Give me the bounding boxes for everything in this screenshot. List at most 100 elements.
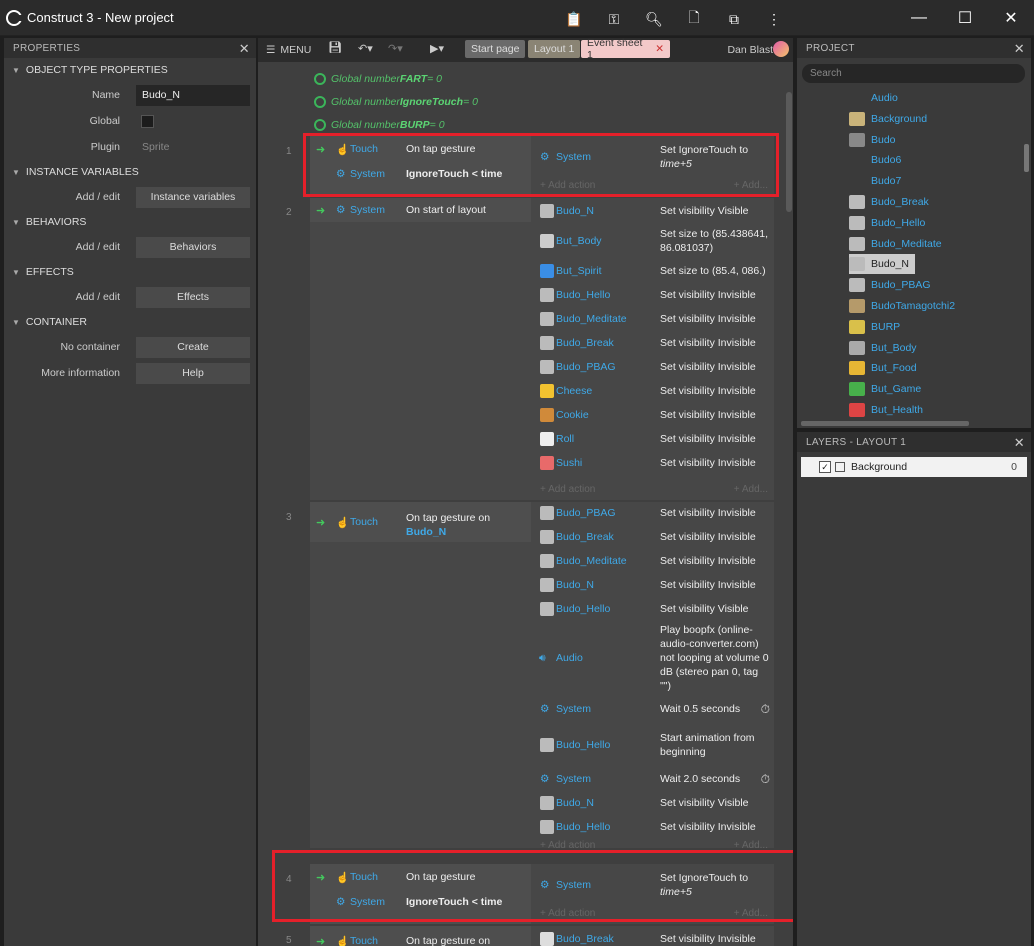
minimize-button[interactable]: — [896,0,942,36]
action-row[interactable]: Cheese Set visibility Invisible [532,380,774,402]
create-button[interactable]: Create [136,336,250,358]
action-row[interactable]: ⚙ System Wait 0.5 seconds ⏱ [532,698,774,720]
project-item[interactable]: Budo6 [849,150,901,170]
action-row[interactable]: Budo_Break Set visibility Invisible [532,526,774,548]
action-row[interactable]: But_Body Set size to (85.438641, 86.08103… [532,224,774,258]
action-row[interactable]: Budo_Hello Start animation from beginning [532,730,774,760]
action-row[interactable]: Budo_Hello Set visibility Visible [532,598,774,620]
event-5[interactable]: ➜ ☝ Touch On tap gesture on Budo_Break Set v… [310,926,774,946]
clipboard-icon[interactable]: 📋 [554,9,594,29]
action-row[interactable]: Budo_Hello Set visibility Invisible [532,816,774,838]
file-icon[interactable]: 🗋 [674,9,714,29]
project-item[interactable]: But_Game [849,379,921,399]
project-item[interactable]: But_Body [849,338,917,358]
action-row[interactable]: Budo_PBAG Set visibility Invisible [532,502,774,524]
key-icon[interactable]: ⚿ [594,9,634,29]
project-item[interactable]: But_Food [849,358,917,378]
event-sheet-body: Global number FART = 0 Global number Ign… [258,62,793,946]
project-item[interactable]: BURP [849,317,900,337]
action-row[interactable]: Budo_N Set visibility Invisible [532,574,774,596]
project-item[interactable]: Budo_PBAG [849,275,931,295]
project-item[interactable]: Budo_Hello [849,213,925,233]
maximize-button[interactable]: ☐ [942,0,988,36]
action-row[interactable]: Budo_N Set visibility Visible [532,792,774,814]
lock-icon[interactable] [835,462,845,472]
tab-event-sheet-1[interactable]: Event sheet 1 ✕ [581,37,670,61]
visible-checkbox[interactable]: ✓ [819,461,831,473]
action-row[interactable]: Budo_Hello Set visibility Invisible [532,284,774,306]
sprite-icon [849,215,865,230]
action-row[interactable]: Budo_Meditate Set visibility Invisible [532,550,774,572]
project-item[interactable]: Budo_Break [849,192,929,212]
section-container[interactable]: ▼ CONTAINER [4,310,256,334]
action-row[interactable]: Budo_Break Set visibility Invisible [532,928,774,946]
behaviors-button[interactable]: Behaviors [136,236,250,258]
add-action-link[interactable]: + Add action [540,484,595,495]
menu-button[interactable]: ☰ MENU [266,44,311,56]
action-row[interactable]: Budo_N Set visibility Visible [532,200,774,222]
action-row[interactable]: ⚙ System Wait 2.0 seconds ⏱ [532,768,774,790]
play-icon[interactable]: ▶▾ [430,42,444,55]
gvar-name: BURP [399,119,430,131]
plugin-value: Sprite [142,141,170,153]
condition-system[interactable]: ➜ ⚙ System On start of layout [310,199,531,221]
search-input[interactable]: Search [802,64,1025,83]
scrollbar[interactable] [786,92,792,212]
action-row[interactable]: But_Spirit Set size to (85.4, 086.) [532,260,774,282]
close-window-button[interactable]: ✕ [988,0,1034,36]
project-item[interactable]: Audio [849,88,898,108]
save-icon[interactable]: 💾︎ [328,41,342,54]
global-var-ignoretouch[interactable]: Global number IgnoreTouch = 0 [314,93,478,111]
condition-touch[interactable]: ➜ ☝ Touch On tap gesture on [310,930,531,946]
layer-row[interactable]: ✓ Background 0 [801,457,1027,477]
global-checkbox[interactable] [141,114,154,128]
h-scrollbar[interactable] [801,421,969,426]
tab-layout-1[interactable]: Layout 1 [528,40,581,58]
project-item[interactable]: But_Health [849,400,923,420]
sprite-icon [849,361,865,376]
scrollbar[interactable] [1024,144,1029,172]
action-row[interactable]: Roll Set visibility Invisible [532,428,774,450]
global-var-burp[interactable]: Global number BURP = 0 [314,116,445,134]
action-row[interactable]: Budo_PBAG Set visibility Invisible [532,356,774,378]
redo-icon[interactable]: ↷▾ [388,42,403,55]
effects-button[interactable]: Effects [136,286,250,308]
name-field[interactable]: Budo_N [136,84,250,106]
project-item[interactable]: Budo_N [849,254,915,275]
event-2[interactable]: ➜ ⚙ System On start of layout Budo_N Set vis… [310,198,774,500]
instance-variables-button[interactable]: Instance variables [136,186,250,208]
more-icon[interactable]: ⋮ [754,9,794,29]
action-row[interactable]: Budo_Meditate Set visibility Invisible [532,308,774,330]
event-3[interactable]: ➜ ☝ Touch On tap gesture on Budo_N Budo_PBA… [310,502,774,851]
close-icon[interactable]: ✕ [655,43,664,55]
avatar[interactable] [773,41,789,57]
section-instance-variables[interactable]: ▼ INSTANCE VARIABLES [4,160,256,184]
tab-start-page[interactable]: Start page [465,40,526,58]
project-item[interactable]: Budo [849,130,896,150]
add-more-link[interactable]: + Add... [734,484,768,495]
condition-object: Touch [350,935,379,946]
close-icon[interactable]: ✕ [1014,435,1025,451]
section-behaviors[interactable]: ▼ BEHAVIORS [4,210,256,234]
close-icon[interactable]: ✕ [1014,41,1025,57]
action-row[interactable]: Cookie Set visibility Invisible [532,404,774,426]
action-text: Play boopfx (online-audio-converter.com)… [660,624,769,692]
project-item[interactable]: Background [849,109,927,129]
zoom-icon[interactable]: 🔍︎ [634,9,674,29]
action-row[interactable]: 🔊︎ Audio Play boopfx (online-audio-convert… [532,624,774,692]
project-item[interactable]: Budo7 [849,171,901,191]
sprite-icon [540,932,554,946]
action-row[interactable]: Budo_Break Set visibility Invisible [532,332,774,354]
action-text: Set visibility Invisible [660,555,756,567]
help-button[interactable]: Help [136,362,250,384]
sprite-icon [849,257,865,272]
project-item[interactable]: BudoTamagotchi2 [849,296,955,316]
project-item[interactable]: Budo_Meditate [849,234,942,254]
section-effects[interactable]: ▼ EFFECTS [4,260,256,284]
undo-icon[interactable]: ↶▾ [358,42,373,55]
addon-icon[interactable]: ⧉ [714,9,754,29]
section-object-type[interactable]: ▼ OBJECT TYPE PROPERTIES [4,58,256,82]
close-icon[interactable]: ✕ [239,41,250,57]
action-row[interactable]: Sushi Set visibility Invisible [532,452,774,474]
global-var-fart[interactable]: Global number FART = 0 [314,70,442,88]
